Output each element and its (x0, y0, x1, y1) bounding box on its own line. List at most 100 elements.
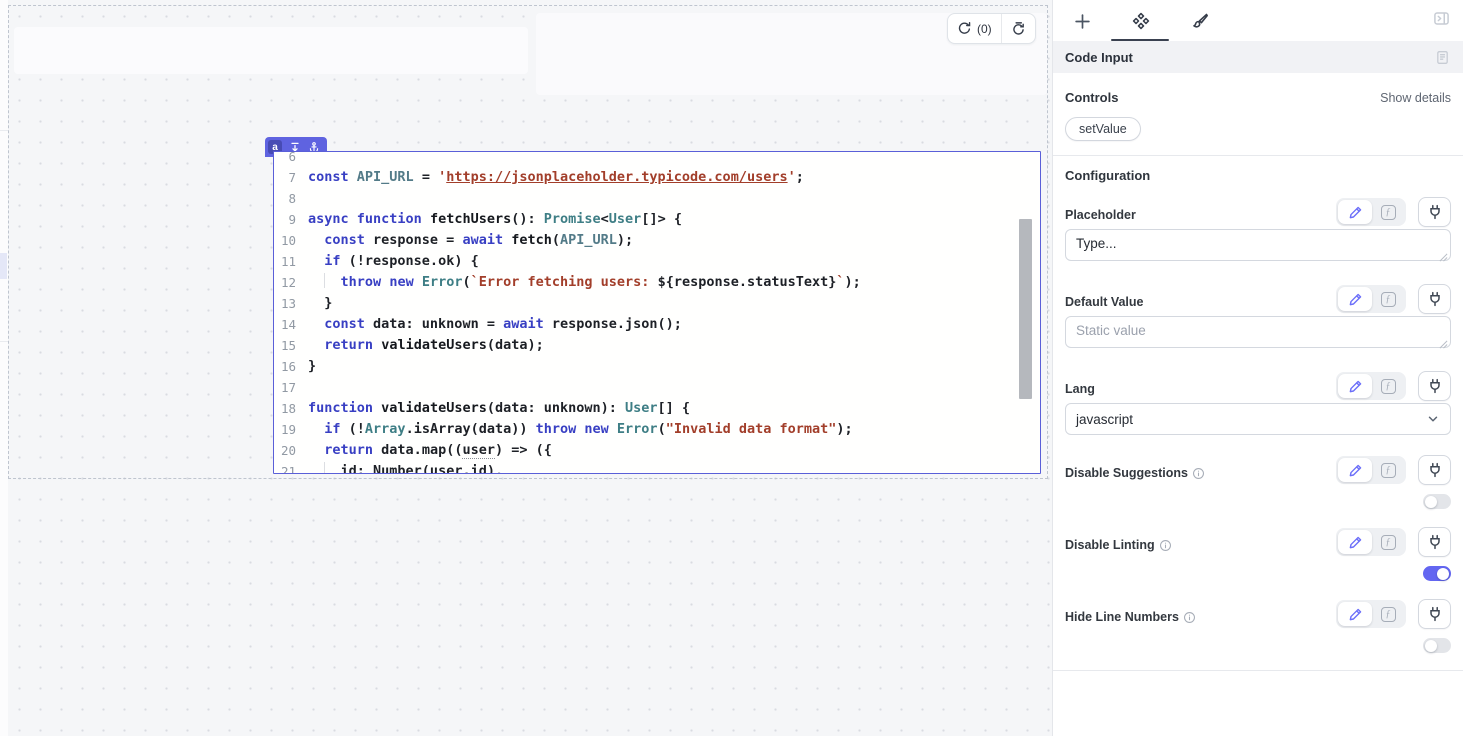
line-number: 19 (274, 419, 296, 440)
default-value-input[interactable] (1065, 316, 1451, 348)
code-line[interactable]: 16} (274, 356, 1040, 377)
toggle-knob (1425, 640, 1437, 652)
code-editor-viewport[interactable]: 67const API_URL = 'https://jsonplacehold… (274, 152, 1040, 473)
code-line[interactable]: 14 const data: unknown = await response.… (274, 314, 1040, 335)
bind-data-button[interactable] (1418, 197, 1451, 227)
docs-icon[interactable] (1435, 50, 1450, 65)
line-number: 8 (274, 188, 296, 209)
static-mode-button[interactable] (1338, 602, 1372, 626)
line-number: 15 (274, 335, 296, 356)
code-line[interactable]: 11 if (!response.ok) { (274, 251, 1040, 272)
function-mode-button[interactable]: ƒ (1372, 458, 1404, 482)
code-line[interactable]: 9async function fetchUsers(): Promise<Us… (274, 209, 1040, 230)
code-line[interactable]: 10 const response = await fetch(API_URL)… (274, 230, 1040, 251)
function-mode-button[interactable]: ƒ (1372, 530, 1404, 554)
value-mode-segment: ƒ (1336, 600, 1406, 628)
code-line[interactable]: 7const API_URL = 'https://jsonplaceholde… (274, 167, 1040, 188)
placeholder-input[interactable]: Type... (1065, 229, 1451, 261)
configuration-section-title: Configuration (1065, 168, 1451, 183)
line-number: 7 (274, 167, 296, 188)
static-mode-button[interactable] (1338, 458, 1372, 482)
code-text: const response = await fetch(API_URL); (296, 230, 633, 251)
editor-scrollbar[interactable] (1019, 219, 1032, 399)
function-icon: ƒ (1381, 292, 1396, 307)
function-mode-button[interactable]: ƒ (1372, 602, 1404, 626)
hide-line-numbers-toggle[interactable] (1423, 638, 1451, 653)
chevron-down-icon (1426, 412, 1440, 426)
line-number: 6 (274, 152, 296, 167)
static-mode-button[interactable] (1338, 530, 1372, 554)
disable-suggestions-label: Disable Suggestions (1065, 466, 1205, 485)
static-mode-button[interactable] (1338, 287, 1372, 311)
code-text: const API_URL = 'https://jsonplaceholder… (296, 167, 804, 188)
gutter-divider (0, 341, 8, 342)
info-icon[interactable] (1159, 539, 1172, 552)
code-text: id: Number(user.id), (296, 461, 503, 473)
collapse-panel-icon[interactable] (1433, 10, 1450, 27)
code-line[interactable]: 13 } (274, 293, 1040, 314)
line-number: 18 (274, 398, 296, 419)
inspector-panel: Code Input Controls Show details setValu… (1052, 0, 1463, 736)
disable-linting-toggle[interactable] (1423, 566, 1451, 581)
show-details-link[interactable]: Show details (1380, 91, 1451, 105)
code-line[interactable]: 12 throw new Error(`Error fetching users… (274, 272, 1040, 293)
line-number: 12 (274, 272, 296, 293)
code-line[interactable]: 6 (274, 152, 1040, 167)
code-line[interactable]: 20 return data.map((user) => ({ (274, 440, 1040, 461)
pencil-icon (1348, 535, 1363, 550)
brush-icon (1191, 12, 1209, 30)
code-line[interactable]: 17 (274, 377, 1040, 398)
pencil-icon (1348, 292, 1363, 307)
component-header: Code Input (1053, 41, 1463, 73)
code-lines: 67const API_URL = 'https://jsonplacehold… (274, 152, 1040, 473)
gutter-marker (0, 253, 7, 279)
function-mode-button[interactable]: ƒ (1372, 374, 1404, 398)
plug-icon (1427, 606, 1443, 622)
line-number: 21 (274, 461, 296, 473)
tab-appearance[interactable] (1189, 10, 1211, 32)
lang-select[interactable]: javascript (1065, 403, 1451, 435)
code-text: function validateUsers(data: unknown): U… (296, 398, 690, 419)
bind-data-button[interactable] (1418, 599, 1451, 629)
plug-icon (1427, 462, 1443, 478)
bind-data-button[interactable] (1418, 455, 1451, 485)
code-line[interactable]: 19 if (!Array.isArray(data)) throw new E… (274, 419, 1040, 440)
placeholder-input-wrap: Type... (1065, 229, 1451, 266)
history-icon (1011, 21, 1026, 36)
info-icon[interactable] (1183, 611, 1196, 624)
function-icon: ƒ (1381, 607, 1396, 622)
disable-suggestions-toggle[interactable] (1423, 494, 1451, 509)
tab-insert[interactable] (1071, 10, 1093, 32)
line-number: 17 (274, 377, 296, 398)
code-line[interactable]: 8 (274, 188, 1040, 209)
setvalue-button[interactable]: setValue (1065, 117, 1141, 141)
info-icon[interactable] (1192, 467, 1205, 480)
toggle-knob (1425, 496, 1437, 508)
toggle-knob (1437, 568, 1449, 580)
history-button[interactable] (1002, 14, 1035, 43)
placeholder-label: Placeholder (1065, 208, 1136, 227)
static-mode-button[interactable] (1338, 200, 1372, 224)
code-text: if (!Array.isArray(data)) throw new Erro… (296, 419, 853, 440)
plug-icon (1427, 378, 1443, 394)
bind-data-button[interactable] (1418, 284, 1451, 314)
function-icon: ƒ (1381, 535, 1396, 550)
code-line[interactable]: 18function validateUsers(data: unknown):… (274, 398, 1040, 419)
code-text: async function fetchUsers(): Promise<Use… (296, 209, 682, 230)
code-line[interactable]: 21 id: Number(user.id), (274, 461, 1040, 473)
code-input-component[interactable]: 67const API_URL = 'https://jsonplacehold… (273, 151, 1041, 474)
tab-components[interactable] (1130, 10, 1152, 32)
bind-data-button[interactable] (1418, 527, 1451, 557)
code-line[interactable]: 15 return validateUsers(data); (274, 335, 1040, 356)
static-mode-button[interactable] (1338, 374, 1372, 398)
line-number: 16 (274, 356, 296, 377)
pencil-icon (1348, 205, 1363, 220)
function-mode-button[interactable]: ƒ (1372, 287, 1404, 311)
section-divider (1053, 670, 1463, 671)
design-canvas[interactable]: (0) a (0, 0, 1052, 736)
code-text: return data.map((user) => ({ (296, 440, 552, 461)
bind-data-button[interactable] (1418, 371, 1451, 401)
component-title: Code Input (1065, 50, 1133, 65)
sync-button[interactable]: (0) (948, 14, 1001, 43)
function-mode-button[interactable]: ƒ (1372, 200, 1404, 224)
